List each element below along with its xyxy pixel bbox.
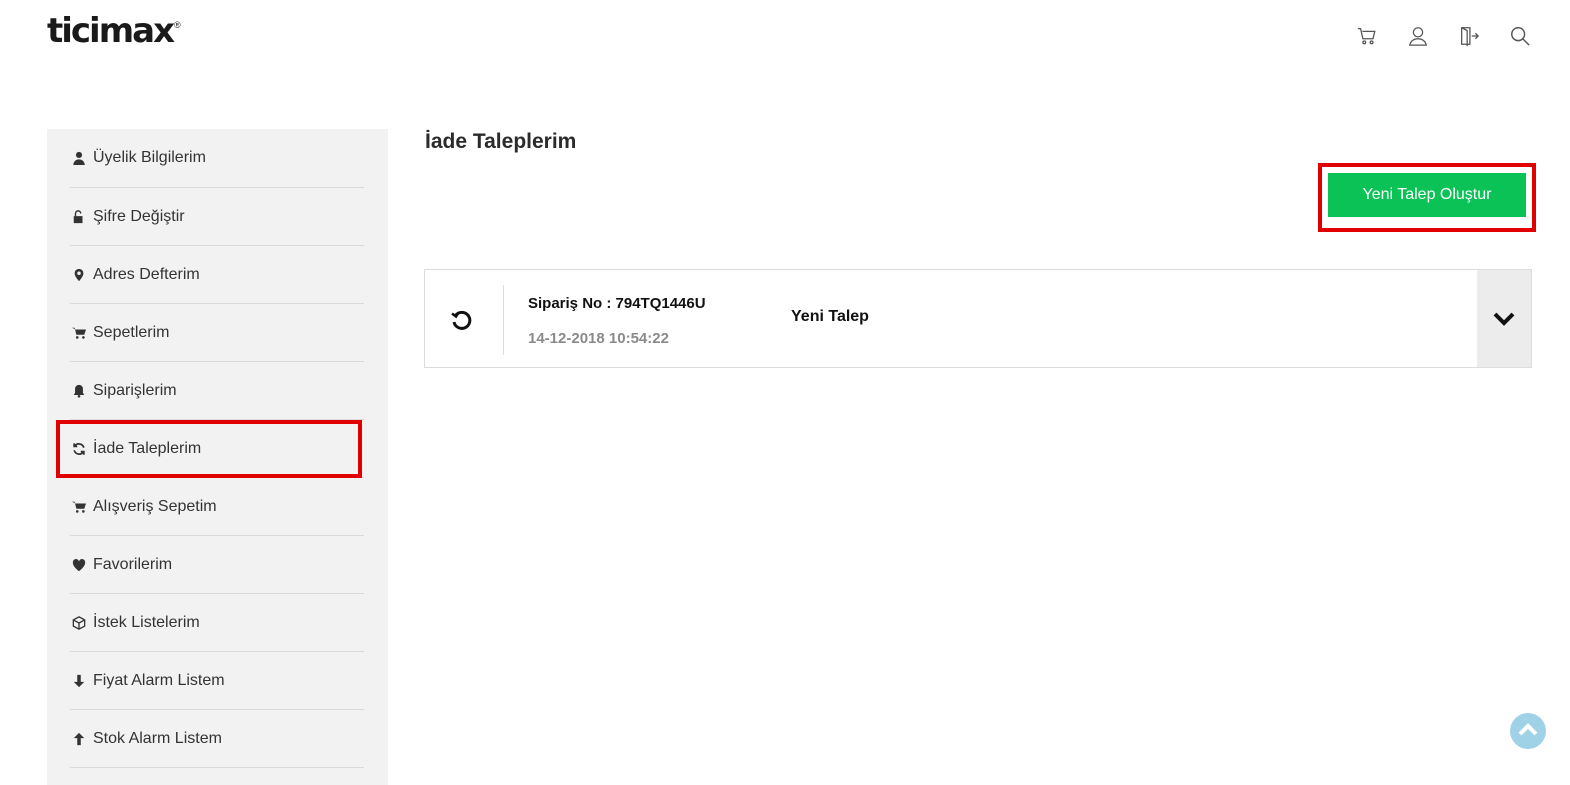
cart-icon[interactable] bbox=[1355, 24, 1379, 48]
new-request-highlight: Yeni Talep Oluştur bbox=[1318, 163, 1536, 232]
brand-logo[interactable]: ticimax ® bbox=[47, 11, 181, 51]
sidebar-item-label: Fiyat Alarm Listem bbox=[93, 671, 225, 689]
order-number: Sipariş No : 794TQ1446U bbox=[528, 295, 706, 312]
sidebar-item-siparislerim[interactable]: Siparişlerim bbox=[70, 362, 364, 420]
cart-icon bbox=[71, 499, 87, 515]
sidebar-item-label: Şifre Değiştir bbox=[93, 207, 185, 225]
sidebar-item-adres-defterim[interactable]: Adres Defterim bbox=[70, 246, 364, 304]
sidebar-item-iade-taleplerim[interactable]: İade Taleplerim bbox=[56, 420, 364, 478]
request-status: Yeni Talep bbox=[791, 308, 869, 325]
logo-text: ticimax bbox=[47, 11, 175, 51]
bell-icon bbox=[71, 383, 87, 399]
sidebar-item-label: Alışveriş Sepetim bbox=[93, 497, 217, 515]
return-request-row: Sipariş No : 794TQ1446U 14-12-2018 10:54… bbox=[424, 269, 1532, 368]
scroll-to-top-button[interactable] bbox=[1510, 713, 1546, 749]
sidebar-item-stok-alarm-listem[interactable]: Stok Alarm Listem bbox=[70, 710, 364, 768]
user-icon[interactable] bbox=[1406, 24, 1430, 48]
chevron-up-icon bbox=[1518, 723, 1538, 736]
account-sidebar: Üyelik Bilgilerim Şifre Değiştir Adres D… bbox=[47, 129, 388, 785]
undo-icon bbox=[451, 310, 472, 330]
sidebar-item-sifre-degistir[interactable]: Şifre Değiştir bbox=[70, 188, 364, 246]
heart-icon bbox=[71, 557, 87, 573]
arrow-up-icon bbox=[71, 731, 87, 747]
account-menu: Üyelik Bilgilerim Şifre Değiştir Adres D… bbox=[56, 129, 364, 768]
user-icon bbox=[71, 150, 87, 166]
header-icons bbox=[1355, 24, 1532, 48]
map-marker-icon bbox=[71, 267, 87, 283]
sidebar-item-label: İstek Listelerim bbox=[93, 613, 200, 631]
sidebar-item-label: Stok Alarm Listem bbox=[93, 729, 222, 747]
logo-registered-mark: ® bbox=[174, 20, 181, 30]
sidebar-item-label: Siparişlerim bbox=[93, 381, 177, 399]
sidebar-item-uyelik-bilgilerim[interactable]: Üyelik Bilgilerim bbox=[70, 129, 364, 188]
cart-icon bbox=[71, 325, 87, 341]
refresh-icon bbox=[71, 441, 87, 457]
divider bbox=[503, 285, 504, 355]
new-request-button[interactable]: Yeni Talep Oluştur bbox=[1328, 173, 1526, 220]
arrow-down-icon bbox=[71, 673, 87, 689]
search-icon[interactable] bbox=[1508, 24, 1532, 48]
chevron-down-icon bbox=[1493, 312, 1515, 326]
sidebar-item-sepetlerim[interactable]: Sepetlerim bbox=[70, 304, 364, 362]
sidebar-item-label: Favorilerim bbox=[93, 555, 173, 573]
expand-request-button[interactable] bbox=[1477, 270, 1531, 367]
sidebar-item-label: İade Taleplerim bbox=[93, 439, 202, 457]
sidebar-item-label: Adres Defterim bbox=[93, 265, 200, 283]
page-title: İade Taleplerim bbox=[425, 130, 577, 153]
logout-icon[interactable] bbox=[1457, 24, 1481, 48]
box-icon bbox=[71, 615, 87, 631]
sidebar-item-alisveris-sepetim[interactable]: Alışveriş Sepetim bbox=[70, 478, 364, 536]
unlock-icon bbox=[71, 209, 87, 225]
sidebar-item-fiyat-alarm-listem[interactable]: Fiyat Alarm Listem bbox=[70, 652, 364, 710]
sidebar-item-label: Sepetlerim bbox=[93, 323, 170, 341]
sidebar-item-label: Üyelik Bilgilerim bbox=[93, 149, 206, 166]
request-date: 14-12-2018 10:54:22 bbox=[528, 330, 669, 347]
sidebar-item-favorilerim[interactable]: Favorilerim bbox=[70, 536, 364, 594]
sidebar-item-istek-listelerim[interactable]: İstek Listelerim bbox=[70, 594, 364, 652]
